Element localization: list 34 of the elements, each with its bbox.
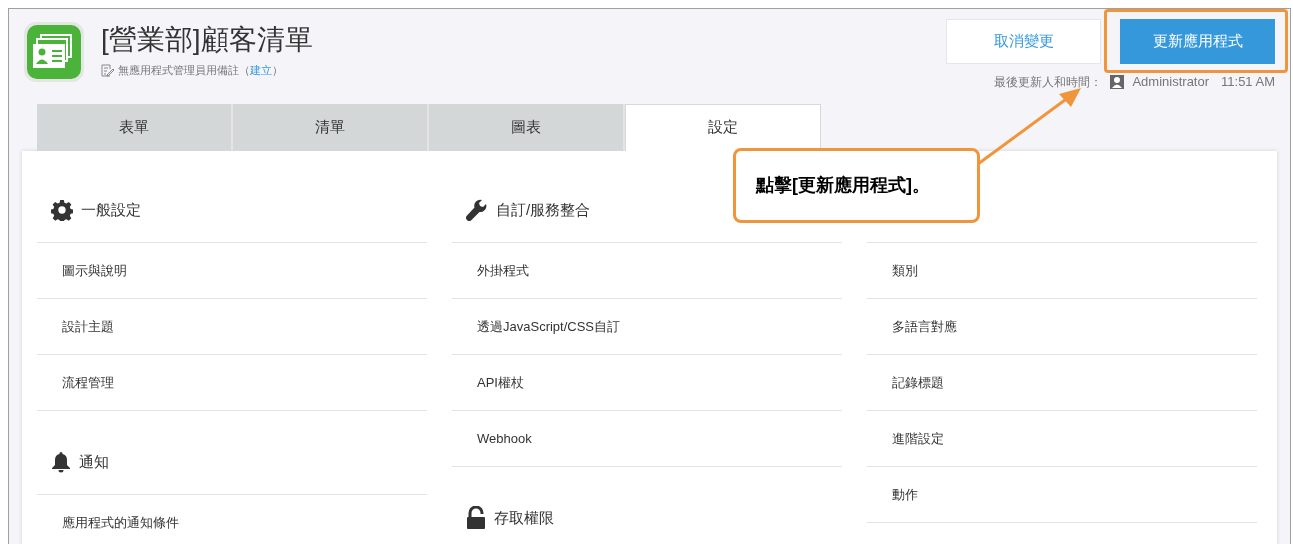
tab[interactable]: 圖表 bbox=[429, 103, 625, 151]
tab[interactable]: 清單 bbox=[233, 103, 429, 151]
section-heading: 通知 bbox=[79, 451, 109, 472]
bell-icon bbox=[51, 451, 71, 473]
settings-link[interactable]: 流程管理 bbox=[37, 354, 427, 411]
settings-link[interactable]: 動作 bbox=[867, 466, 1257, 523]
last-updated-label: 最後更新人和時間： bbox=[994, 73, 1103, 91]
settings-link[interactable]: 圖示與說明 bbox=[37, 242, 427, 299]
settings-link[interactable]: API權杖 bbox=[452, 354, 842, 411]
settings-link[interactable]: 設計主題 bbox=[37, 298, 427, 355]
settings-link[interactable]: 進階設定 bbox=[867, 410, 1257, 467]
admin-note: 無應用程式管理員用備註（建立） bbox=[118, 63, 283, 78]
settings-link[interactable]: 記錄標題 bbox=[867, 354, 1257, 411]
lock-icon bbox=[466, 506, 486, 530]
gear-icon bbox=[51, 199, 73, 221]
tab[interactable]: 設定 bbox=[625, 103, 821, 151]
section-heading: 自訂/服務整合 bbox=[496, 199, 591, 220]
app-title: [營業部]顧客清單 bbox=[101, 23, 313, 57]
settings-link[interactable]: 外掛程式 bbox=[452, 242, 842, 299]
app-card-icon bbox=[23, 21, 85, 83]
settings-link[interactable]: Webhook bbox=[452, 410, 842, 467]
wrench-icon bbox=[466, 199, 488, 221]
section-heading: 一般設定 bbox=[81, 199, 141, 220]
update-time: 11:51 AM bbox=[1221, 73, 1275, 91]
callout-box: 點擊[更新應用程式]。 bbox=[733, 148, 980, 223]
settings-link[interactable]: 透過JavaScript/CSS自訂 bbox=[452, 298, 842, 355]
user-name[interactable]: Administrator bbox=[1132, 72, 1210, 92]
user-icon bbox=[1110, 74, 1125, 89]
settings-link[interactable]: 類別 bbox=[867, 242, 1257, 299]
tab[interactable]: 表單 bbox=[37, 103, 233, 151]
note-icon bbox=[101, 63, 114, 77]
section-heading: 存取權限 bbox=[494, 507, 554, 528]
settings-link[interactable]: 應用程式的通知條件 bbox=[37, 494, 427, 544]
settings-link[interactable]: 多語言對應 bbox=[867, 298, 1257, 355]
